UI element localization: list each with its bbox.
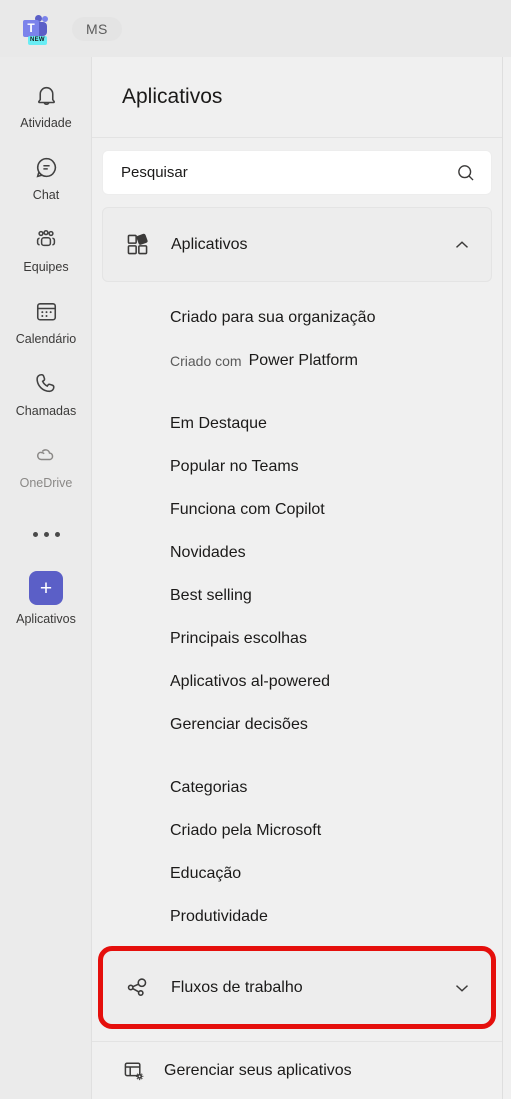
search-icon[interactable] [455,162,477,184]
search-area [92,138,502,195]
section-aplicativos[interactable]: Aplicativos [102,207,492,282]
menu-item-label: Novidades [170,543,246,561]
menu-item-label: Best selling [170,586,252,604]
bell-icon [32,81,60,109]
list-item[interactable]: Gerenciar decisões [92,703,502,746]
list-item[interactable]: Funciona com Copilot [92,488,502,531]
list-item[interactable]: Criado com Power Platform [92,339,502,382]
phone-icon [32,369,60,397]
logo-head-small [42,15,48,22]
page-title: Aplicativos [122,85,223,108]
sidebar-item-chamadas[interactable]: Chamadas [0,361,92,433]
sidebar-item-aplicativos[interactable]: + Aplicativos [0,563,92,635]
sidebar-item-label: Atividade [20,116,72,130]
menu-item-label: Em Destaque [170,414,267,432]
chevron-down-icon[interactable] [451,977,473,999]
apps-menu-list: Criado para sua organização Criado com P… [92,282,502,938]
menu-item-label: Criado para sua organização [170,308,376,326]
menu-item-lead: Criado com [170,352,242,369]
manage-your-apps-label: Gerenciar seus aplicativos [164,1061,352,1079]
logo-new-badge: NEW [28,35,47,45]
list-item[interactable]: Best selling [92,574,502,617]
list-item[interactable]: Novidades [92,531,502,574]
menu-separator-gap [92,746,502,766]
search-box[interactable] [102,150,492,195]
dot [43,531,49,537]
menu-separator-gap [92,382,502,402]
chat-icon [32,153,60,181]
menu-item-label: Produtividade [170,907,268,925]
list-item[interactable]: Principais escolhas [92,617,502,660]
list-item[interactable]: Criado pela Microsoft [92,809,502,852]
plus-icon: + [29,571,63,605]
manage-apps-gear-icon [122,1059,148,1083]
menu-item-label: Categorias [170,778,248,796]
logo-t-square [23,19,39,37]
list-item[interactable]: Produtividade [92,895,502,938]
cloud-icon [32,441,60,469]
list-item[interactable]: Em Destaque [92,402,502,445]
sidebar-item-equipes[interactable]: Equipes [0,217,92,289]
panel-header: Aplicativos [92,57,502,138]
menu-item-label: Criado pela Microsoft [170,821,322,839]
account-initials-pill[interactable]: MS [72,16,122,41]
calendar-icon [32,297,60,325]
apps-panel: Aplicativos Aplicati [92,57,503,1099]
menu-item-label: Principais escolhas [170,629,307,647]
search-input[interactable] [121,164,455,181]
app-rail: Atividade Chat Equipes Calendário Chamad… [0,57,92,1099]
list-item[interactable]: Aplicativos al-powered [92,660,502,703]
section-label: Aplicativos [171,235,248,253]
section-fluxos-de-trabalho[interactable]: Fluxos de trabalho [98,946,496,1029]
people-icon [32,225,60,253]
menu-item-label: Funciona com Copilot [170,500,325,518]
sidebar-item-onedrive[interactable]: OneDrive [0,433,92,505]
chevron-up-icon[interactable] [451,234,473,256]
sidebar-item-label: Calendário [15,332,77,346]
dot [54,531,60,537]
sidebar-item-label: Aplicativos [16,612,76,626]
manage-your-apps-row[interactable]: Gerenciar seus aplicativos [92,1041,502,1099]
sidebar-item-label: Equipes [23,260,69,274]
sidebar-item-label: Chat [32,188,60,202]
sidebar-item-chat[interactable]: Chat [0,145,92,217]
sidebar-item-label: OneDrive [19,476,73,490]
section-label: Fluxos de trabalho [171,978,303,996]
apps-grid-icon [125,232,153,257]
list-item[interactable]: Categorias [92,766,502,809]
menu-item-label: Popular no Teams [170,457,299,475]
list-item[interactable]: Educação [92,852,502,895]
list-item[interactable]: Criado para sua organização [92,296,502,339]
teams-apps-window: NEW MS Atividade Chat [0,0,511,1099]
more-ellipsis-icon[interactable] [0,505,92,563]
title-bar: NEW MS [0,0,511,57]
menu-item-label: Aplicativos al-powered [170,672,331,690]
sidebar-item-atividade[interactable]: Atividade [0,73,92,145]
sidebar-item-calendario[interactable]: Calendário [0,289,92,361]
menu-item-label: Power Platform [248,351,358,369]
menu-item-label: Gerenciar decisões [170,715,308,733]
sidebar-item-label: Chamadas [15,404,77,418]
dot [32,531,38,537]
list-item[interactable]: Popular no Teams [92,445,502,488]
workflow-share-icon [125,975,153,1000]
menu-item-label: Educação [170,864,242,882]
teams-logo-icon: NEW [22,14,52,45]
